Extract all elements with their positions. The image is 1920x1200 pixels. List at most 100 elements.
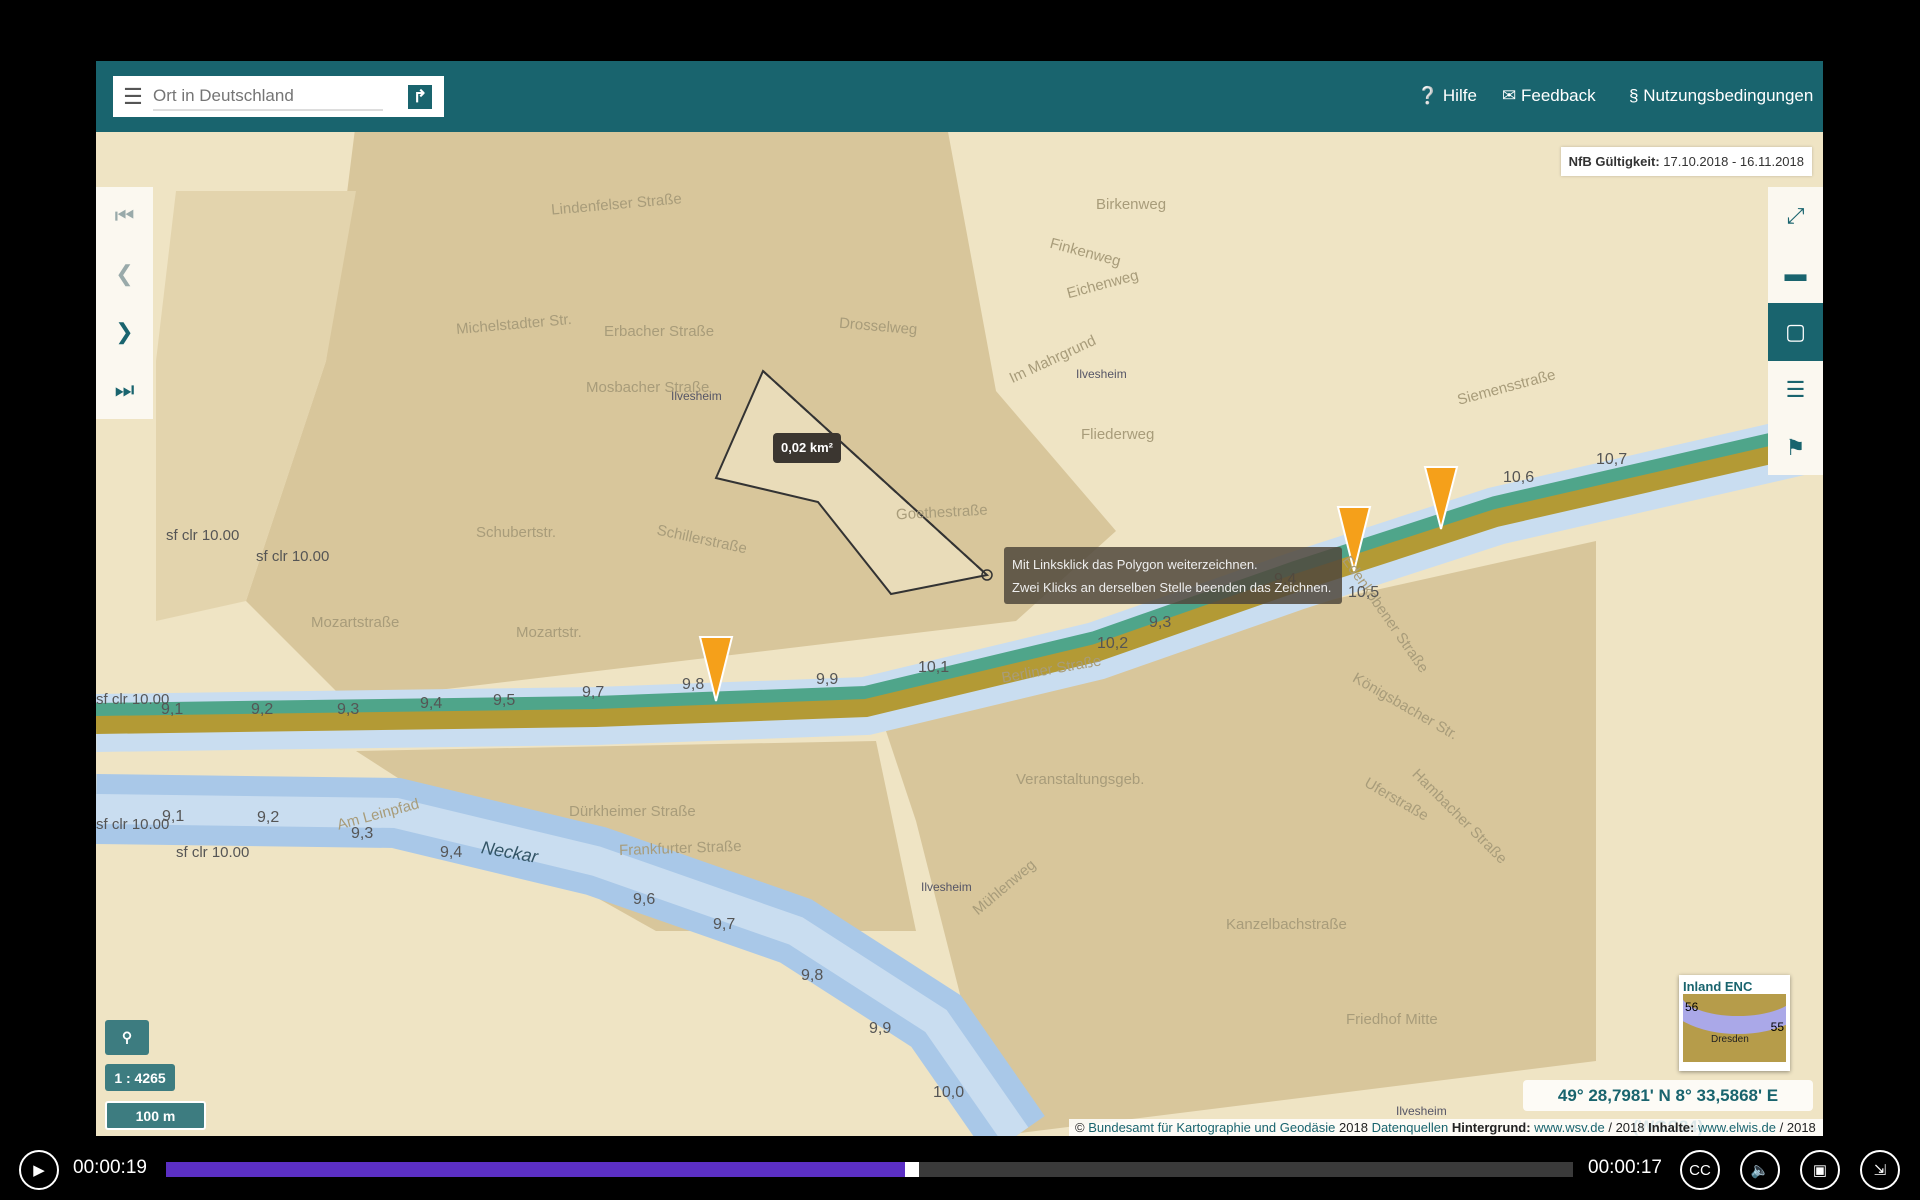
terms-label: Nutzungsbedingungen [1643, 86, 1814, 105]
sources-link[interactable]: Datenquellen [1372, 1120, 1449, 1135]
volume-icon[interactable]: 🔈 [1740, 1150, 1780, 1190]
first-icon[interactable]: ⏮ [96, 187, 153, 245]
background-year: / 2018 [1608, 1120, 1645, 1135]
minimap-preview: 56 55 Dresden [1683, 994, 1786, 1062]
river-km-label: 9,4 [440, 844, 463, 861]
river-km-label: 10,0 [933, 1084, 965, 1101]
elwis-link[interactable]: www.elwis.de [1698, 1120, 1776, 1135]
minimap-title: Inland ENC [1683, 979, 1753, 994]
progress-thumb[interactable] [904, 1162, 919, 1177]
street-label: Kanzelbachstraße [1226, 916, 1347, 933]
river-km-label: 9,9 [869, 1020, 892, 1037]
paragraph-icon: § [1629, 86, 1639, 105]
hint-line-2: Zwei Klicks an derselben Stelle beenden … [1012, 580, 1332, 595]
feedback-link[interactable]: ✉ Feedback [1502, 86, 1596, 106]
cursor-coordinates: 49° 28,7981' N 8° 33,5868' E (WGS84) [1523, 1080, 1813, 1136]
fairway-clearance-label: sf clr 10.00 [96, 691, 170, 708]
river-km-label: 10,5 [1348, 584, 1380, 601]
street-label: Dürkheimer Straße [569, 803, 696, 820]
map-toolbar: ⤢ ▬ ▢ ☰ ⚑ [1768, 187, 1823, 475]
minimap-label: 56 [1685, 1000, 1699, 1014]
exit-fullscreen-icon[interactable]: ⇲ [1860, 1150, 1900, 1190]
river-km-label: 9,2 [257, 809, 280, 826]
fairway-clearance-label: sf clr 10.00 [166, 527, 240, 544]
hint-line-1: Mit Linksklick das Polygon weiterzeichne… [1012, 557, 1258, 572]
scale-ratio: 1 : 4265 [105, 1064, 175, 1091]
previous-icon[interactable]: ❮ [96, 245, 153, 303]
river-km-label: 9,3 [337, 701, 360, 718]
river-km-label: 9,8 [682, 676, 705, 693]
validity-badge: NfB Gültigkeit: 17.10.2018 - 16.11.2018 [1560, 147, 1812, 176]
progress-slider[interactable] [166, 1162, 1573, 1177]
fairway-clearance-label: sf clr 10.00 [176, 844, 250, 861]
agency-link[interactable]: Bundesamt für Kartographie und Geodäsie [1088, 1120, 1335, 1135]
help-label: Hilfe [1442, 86, 1477, 105]
river-km-label: 9,3 [1149, 614, 1172, 631]
wsv-link[interactable]: www.wsv.de [1534, 1120, 1605, 1135]
area-measurement-label: 0,02 km² [773, 433, 841, 463]
river-km-label: 9,2 [251, 701, 274, 718]
street-label: Veranstaltungsgeb. [1016, 771, 1145, 788]
route-arrow-icon[interactable]: ↱ [408, 85, 432, 109]
search-box: ☰ ↱ [113, 76, 444, 117]
map-canvas[interactable] [96, 61, 1823, 1136]
place-label: Ilvesheim [1396, 1104, 1447, 1118]
drawing-hint-tooltip: Mit Linksklick das Polygon weiterzeichne… [1004, 547, 1342, 604]
layer-switcher-inland-enc[interactable]: Inland ENC 56 55 Dresden [1679, 975, 1790, 1071]
validity-label: NfB Gültigkeit: [1568, 154, 1660, 169]
envelope-icon: ✉ [1502, 86, 1517, 105]
progress-fill [166, 1162, 912, 1177]
fairway-clearance-label: sf clr 10.00 [96, 816, 170, 833]
terms-link[interactable]: § Nutzungsbedingungen [1629, 86, 1813, 106]
street-label: Mozartstraße [311, 614, 400, 631]
river-km-label: 9,5 [493, 692, 516, 709]
river-km-label: 9,9 [816, 671, 839, 688]
validity-value: 17.10.2018 - 16.11.2018 [1663, 154, 1804, 169]
street-label: Friedhof Mitte [1346, 1011, 1438, 1028]
closed-captions-icon[interactable]: CC [1680, 1150, 1720, 1190]
street-label: Erbacher Straße [604, 323, 715, 340]
agency-year: 2018 [1339, 1120, 1368, 1135]
street-label: Mozartstr. [516, 624, 582, 641]
measure-area-icon[interactable]: ▢ [1768, 303, 1823, 361]
minimap-label: 55 [1770, 1020, 1784, 1034]
flag-icon[interactable]: ⚑ [1768, 419, 1823, 477]
place-label: Ilvesheim [921, 880, 972, 894]
remaining-time: 00:00:17 [1588, 1157, 1662, 1178]
fairway-clearance-label: sf clr 10.00 [256, 548, 330, 565]
nav-panel: ⏮ ❮ ❯ ⏭ [96, 187, 153, 419]
next-icon[interactable]: ❯ [96, 303, 153, 361]
elapsed-time: 00:00:19 [73, 1157, 147, 1178]
river-km-label: 10,2 [1097, 635, 1129, 652]
video-controls: ▶ 00:00:19 00:00:17 CC 🔈 ▣ ⇲ [0, 1140, 1920, 1200]
content-year: / 2018 [1779, 1120, 1816, 1135]
question-circle-icon: ❔ [1417, 86, 1439, 105]
river-km-label: 9,1 [162, 808, 185, 825]
river-km-label: 9,4 [420, 695, 443, 712]
scale-bar: 100 m [105, 1101, 206, 1130]
play-icon[interactable]: ▶ [19, 1150, 59, 1190]
feedback-label: Feedback [1520, 86, 1596, 105]
place-label: Ilvesheim [671, 389, 722, 403]
list-icon[interactable]: ☰ [1768, 361, 1823, 419]
content-label: Inhalte: [1648, 1120, 1695, 1135]
river-km-label: 9,6 [633, 891, 656, 908]
measure-line-icon[interactable]: ▬ [1768, 245, 1823, 303]
fullscreen-icon[interactable]: ⤢ [1768, 187, 1823, 245]
river-km-label: 10,6 [1503, 469, 1535, 486]
map-app: Lindenfelser Straße Michelstadter Str. Erb… [96, 61, 1823, 1136]
street-label: Birkenweg [1096, 196, 1167, 213]
help-link[interactable]: ❔ Hilfe [1417, 86, 1477, 106]
map-pin-icon[interactable]: ⚲ [105, 1020, 149, 1055]
street-label: Fliederweg [1081, 426, 1155, 443]
hamburger-icon[interactable]: ☰ [113, 84, 153, 110]
river-km-label: 9,7 [713, 916, 736, 933]
background-label: Hintergrund: [1451, 1120, 1531, 1135]
search-input[interactable] [153, 82, 383, 111]
last-icon[interactable]: ⏭ [96, 361, 153, 419]
river-km-label: 10,1 [918, 659, 950, 676]
minimap-label: Dresden [1711, 1034, 1749, 1045]
copyright-symbol: © [1075, 1120, 1085, 1135]
attribution: © Bundesamt für Kartographie und Geodäsi… [1069, 1119, 1823, 1136]
fullscreen-icon[interactable]: ▣ [1800, 1150, 1840, 1190]
